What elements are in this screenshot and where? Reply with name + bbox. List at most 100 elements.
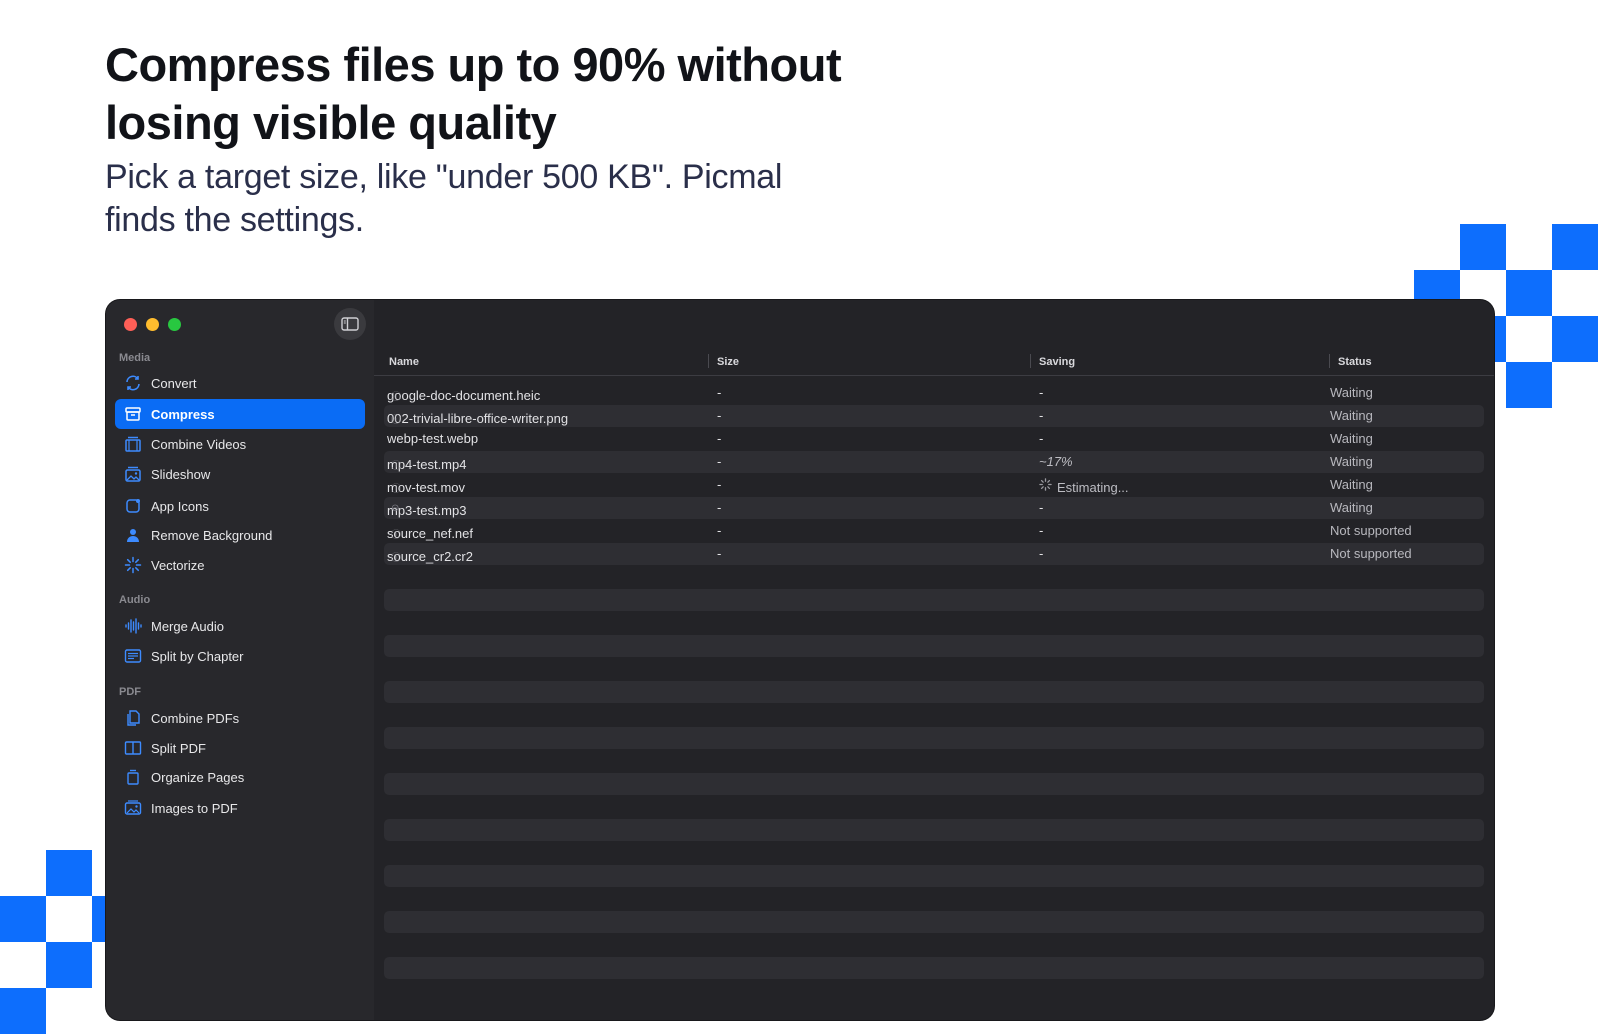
file-status: Waiting bbox=[1330, 431, 1373, 446]
column-header-size[interactable]: Size bbox=[717, 356, 739, 368]
file-name: 002-trivial-libre-office-writer.png bbox=[387, 411, 569, 426]
table-row[interactable]: source_nef.nef ⓘ - - Not supported bbox=[384, 520, 1484, 542]
info-icon[interactable]: ⓘ bbox=[391, 526, 401, 541]
sidebar-item-organize-pages[interactable]: Organize Pages bbox=[115, 762, 365, 792]
sidebar-item-label: Combine Videos bbox=[151, 436, 247, 452]
file-name: google-doc-document.heic bbox=[387, 388, 541, 403]
film-stack-icon bbox=[123, 434, 143, 454]
file-saving: - bbox=[1039, 431, 1044, 446]
spinner-icon bbox=[1039, 478, 1052, 491]
file-saving: ~17% bbox=[1039, 454, 1073, 469]
sidebar-item-label: Combine PDFs bbox=[151, 710, 240, 726]
table-row[interactable]: 002-trivial-libre-office-writer.png ⓘ - -… bbox=[384, 405, 1484, 427]
file-size: - bbox=[717, 385, 722, 400]
sidebar-item-split-by-chapter[interactable]: Split by Chapter bbox=[115, 641, 365, 671]
sidebar-item-compress[interactable]: Compress bbox=[115, 399, 365, 429]
info-icon[interactable]: ⓘ bbox=[391, 411, 401, 426]
file-saving: - bbox=[1039, 523, 1044, 538]
sidebar-section-media: Media bbox=[119, 352, 151, 364]
file-status: Waiting bbox=[1330, 385, 1373, 400]
file-status: Waiting bbox=[1330, 477, 1373, 492]
column-divider[interactable] bbox=[1329, 354, 1330, 368]
table-row[interactable]: mp4-test.mp4 ⓘ - ~17% Waiting bbox=[384, 451, 1484, 473]
sidebar-item-label: Organize Pages bbox=[151, 769, 245, 785]
app-square-icon bbox=[123, 496, 143, 516]
sidebar-item-images-to-pdf[interactable]: Images to PDF bbox=[115, 793, 365, 823]
sidebar-item-label: Vectorize bbox=[151, 557, 205, 573]
sidebar-toggle-button[interactable] bbox=[334, 308, 366, 340]
file-size: - bbox=[717, 523, 722, 538]
pages-stack-icon bbox=[123, 767, 143, 787]
info-icon[interactable]: ⓘ bbox=[391, 549, 401, 564]
sidebar-item-convert[interactable]: Convert bbox=[115, 368, 365, 398]
info-icon[interactable]: ⓘ bbox=[391, 457, 401, 472]
sparkle-burst-icon bbox=[123, 555, 143, 575]
subheadline: Pick a target size, like "under 500 KB".… bbox=[105, 158, 783, 239]
minus-circle-icon[interactable]: ⊝ bbox=[391, 503, 399, 514]
column-header-status[interactable]: Status bbox=[1338, 356, 1372, 368]
empty-row bbox=[384, 957, 1484, 979]
sidebar-item-split-pdf[interactable]: Split PDF bbox=[115, 733, 365, 763]
minimize-window-button[interactable] bbox=[146, 318, 159, 331]
close-window-button[interactable] bbox=[124, 318, 137, 331]
column-divider[interactable] bbox=[708, 354, 709, 368]
table-row[interactable]: google-doc-document.heic ⓘ - - Waiting bbox=[384, 382, 1484, 404]
file-size: - bbox=[717, 408, 722, 423]
info-icon[interactable]: ⓘ bbox=[391, 388, 401, 403]
file-status: Waiting bbox=[1330, 500, 1373, 515]
sidebar-item-label: Split PDF bbox=[151, 740, 206, 756]
column-header-name[interactable]: Name bbox=[389, 356, 419, 368]
file-saving: - bbox=[1039, 408, 1044, 423]
file-saving: - bbox=[1039, 546, 1044, 561]
file-size: - bbox=[717, 431, 722, 446]
file-size: - bbox=[717, 454, 722, 469]
sidebar-item-label: Slideshow bbox=[151, 466, 211, 482]
sidebar-item-vectorize[interactable]: Vectorize bbox=[115, 550, 365, 580]
file-size: - bbox=[717, 546, 722, 561]
column-header-saving[interactable]: Saving bbox=[1039, 356, 1075, 368]
zoom-window-button[interactable] bbox=[168, 318, 181, 331]
sidebar-item-combine-videos[interactable]: Combine Videos bbox=[115, 429, 365, 459]
file-table: Name Size Saving Status google-doc-docum… bbox=[374, 300, 1494, 1020]
sidebar-toggle-icon bbox=[341, 317, 359, 331]
header-divider bbox=[374, 375, 1494, 376]
empty-row bbox=[384, 635, 1484, 657]
archive-box-icon bbox=[123, 404, 143, 424]
sidebar-item-label: Merge Audio bbox=[151, 618, 224, 634]
table-row[interactable]: mp3-test.mp3 ⊝ - - Waiting bbox=[384, 497, 1484, 519]
sidebar-item-slideshow[interactable]: Slideshow bbox=[115, 459, 365, 489]
table-row[interactable]: source_cr2.cr2 ⓘ - - Not supported bbox=[384, 543, 1484, 565]
file-saving: - bbox=[1039, 385, 1044, 400]
file-status: Waiting bbox=[1330, 454, 1373, 469]
sidebar-item-merge-audio[interactable]: Merge Audio bbox=[115, 611, 365, 641]
sidebar-section-audio: Audio bbox=[119, 594, 151, 606]
file-status: Not supported bbox=[1330, 546, 1412, 561]
sidebar-item-label: Remove Background bbox=[151, 527, 273, 543]
waveform-icon bbox=[123, 616, 143, 636]
empty-row bbox=[384, 589, 1484, 611]
table-row[interactable]: webp-test.webp - - Waiting bbox=[384, 428, 1484, 450]
sidebar-section-pdf: PDF bbox=[119, 686, 141, 698]
info-icon[interactable]: ⓘ bbox=[391, 480, 401, 495]
column-divider[interactable] bbox=[1030, 354, 1031, 368]
empty-row bbox=[384, 865, 1484, 887]
sidebar-item-remove-background[interactable]: Remove Background bbox=[115, 520, 365, 550]
sidebar-item-combine-pdfs[interactable]: Combine PDFs bbox=[115, 703, 365, 733]
decorative-checker-left bbox=[0, 850, 110, 1034]
file-name: webp-test.webp bbox=[387, 431, 479, 446]
file-status: Waiting bbox=[1330, 408, 1373, 423]
sidebar-item-label: Convert bbox=[151, 375, 197, 391]
sidebar-item-label: Split by Chapter bbox=[151, 648, 244, 664]
documents-icon bbox=[123, 708, 143, 728]
empty-row bbox=[384, 773, 1484, 795]
person-cutout-icon bbox=[123, 525, 143, 545]
sidebar-item-label: App Icons bbox=[151, 498, 209, 514]
table-row[interactable]: mov-test.mov ⓘ - Estimating... Waiting bbox=[384, 474, 1484, 496]
headline: Compress files up to 90% without losing … bbox=[105, 38, 842, 149]
file-status: Not supported bbox=[1330, 523, 1412, 538]
image-to-pdf-icon bbox=[123, 798, 143, 818]
empty-row bbox=[384, 681, 1484, 703]
file-saving: Estimating... bbox=[1057, 480, 1129, 495]
sidebar-item-app-icons[interactable]: App Icons bbox=[115, 491, 365, 521]
file-saving: - bbox=[1039, 500, 1044, 515]
